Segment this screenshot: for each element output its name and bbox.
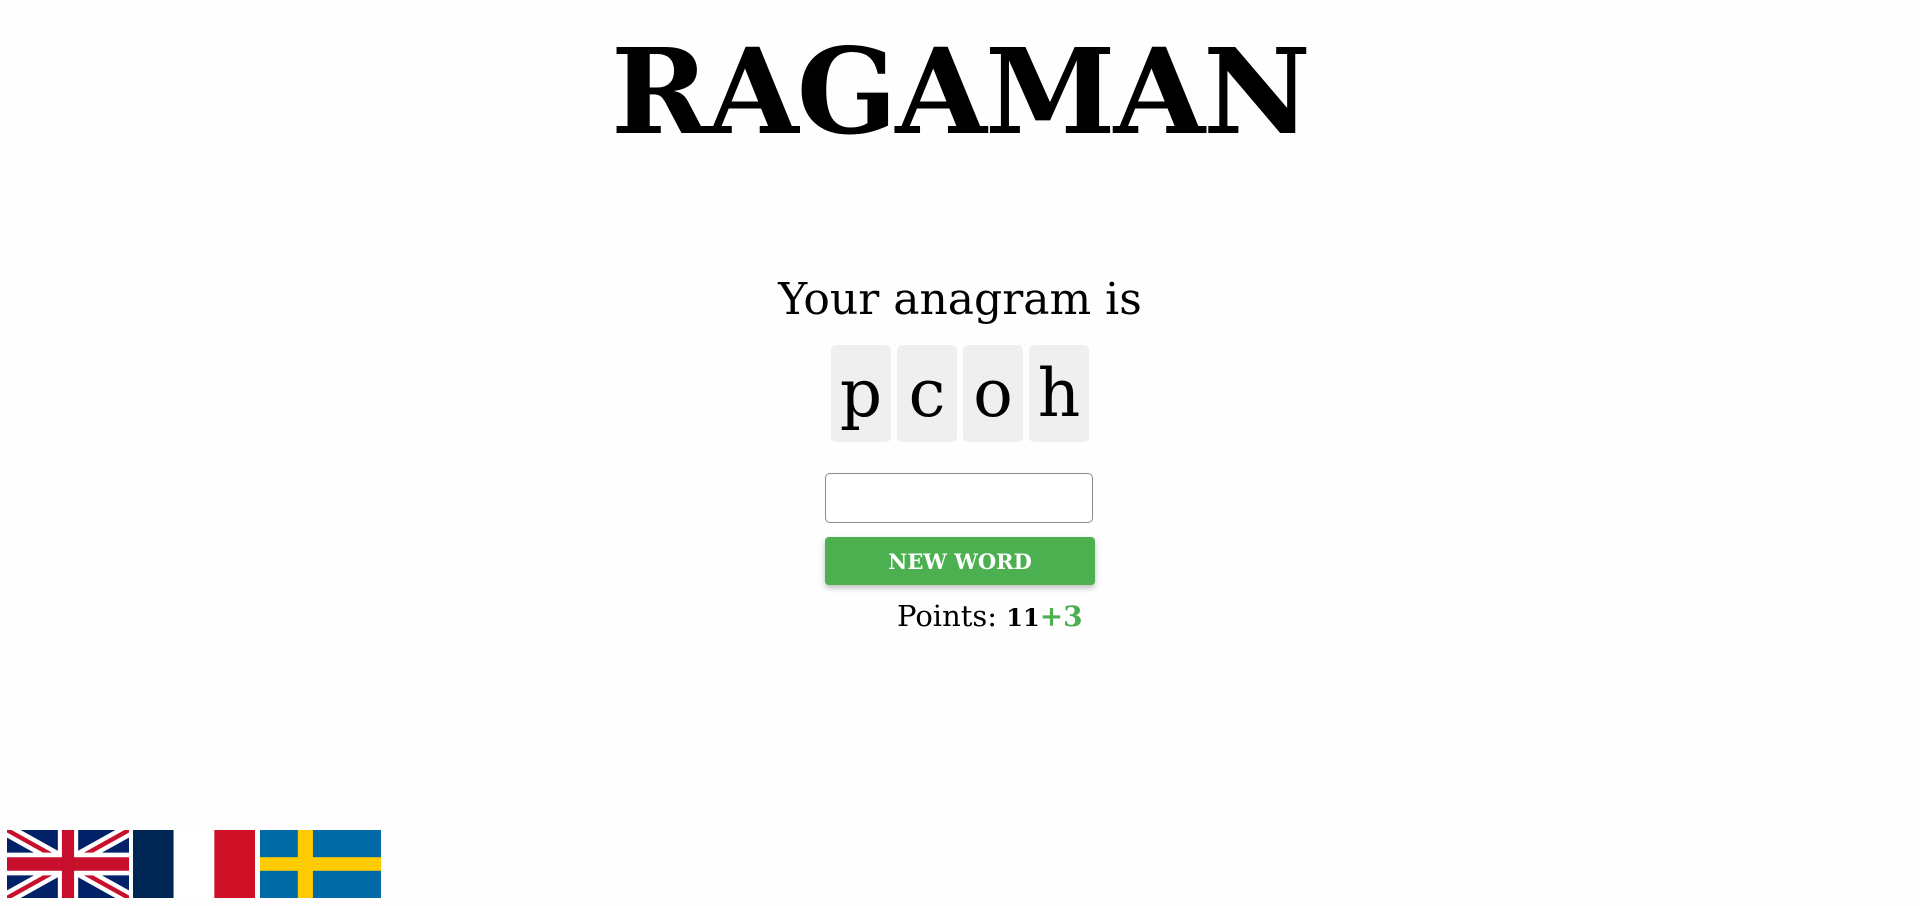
points-gain: +3 xyxy=(1039,600,1083,633)
letter-tile: o xyxy=(963,345,1023,442)
letter-tiles: p c o h xyxy=(0,345,1920,442)
letter-tile: p xyxy=(831,345,891,442)
answer-input[interactable] xyxy=(825,473,1093,523)
letter-tile: h xyxy=(1029,345,1089,442)
swedish-flag-icon[interactable] xyxy=(260,830,381,898)
letter-tile: c xyxy=(897,345,957,442)
new-word-button[interactable]: NEW WORD xyxy=(825,537,1095,585)
game-page: RAGAMAN Your anagram is p c o h NEW WORD… xyxy=(0,0,1920,906)
app-title: RAGAMAN xyxy=(611,22,1311,161)
anagram-prompt: Your anagram is xyxy=(778,274,1142,325)
french-flag-icon[interactable] xyxy=(133,830,255,898)
points-label: Points: xyxy=(897,599,998,633)
points-display: Points: 11+3 xyxy=(897,596,1083,638)
points-value: 11 xyxy=(1006,603,1040,632)
english-flag-icon[interactable] xyxy=(7,830,129,898)
